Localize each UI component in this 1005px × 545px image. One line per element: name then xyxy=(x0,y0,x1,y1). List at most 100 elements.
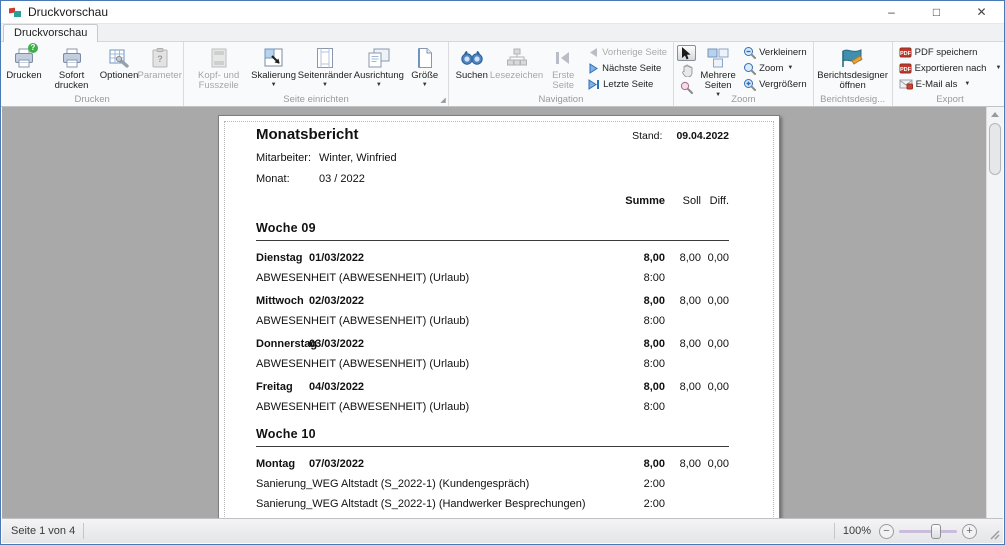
zoom-level-value: 100% xyxy=(843,525,871,537)
report-entry-row: ABWESENHEIT (ABWESENHEIT) (Urlaub)8:00 xyxy=(256,358,729,370)
day-summe: 8,00 xyxy=(613,295,665,307)
mehrere-seiten-button[interactable]: Mehrere Seiten ▼ xyxy=(696,44,740,98)
day-date: 02/03/2022 xyxy=(309,295,613,307)
day-name: Mittwoch xyxy=(256,295,309,307)
day-soll: 8,00 xyxy=(665,381,701,393)
select-tool-button[interactable] xyxy=(677,45,696,61)
seitenraender-button[interactable]: Seitenränder ▼ xyxy=(297,44,353,88)
day-soll: 8,00 xyxy=(665,338,701,350)
entry-label: ABWESENHEIT (ABWESENHEIT) (Urlaub) xyxy=(256,358,613,370)
scaling-icon xyxy=(263,46,285,70)
pan-tool-button[interactable] xyxy=(677,62,696,78)
report-designer-icon xyxy=(840,46,866,70)
suchen-button[interactable]: Suchen xyxy=(452,44,492,81)
report-content: Monatsbericht Stand: 09.04.2022 Mitarbei… xyxy=(219,116,779,520)
report-entry-row: Sanierung_WEG Altstadt (S_2022-1) (Kunde… xyxy=(256,478,729,490)
letzte-seite-button[interactable]: Letzte Seite xyxy=(585,77,670,92)
scroll-up-icon[interactable] xyxy=(987,107,1003,122)
ausrichtung-button[interactable]: Ausrichtung ▼ xyxy=(353,44,405,88)
verkleinern-button[interactable]: Verkleinern xyxy=(740,45,810,60)
page-size-icon xyxy=(415,46,435,70)
day-diff: 0,00 xyxy=(701,338,729,350)
margins-icon xyxy=(316,46,334,70)
day-name: Donnerstag xyxy=(256,338,309,350)
email-als-button[interactable]: E-Mail als ▼ xyxy=(896,77,1005,92)
berichtsdesigner-oeffnen-button[interactable]: Berichtsdesigner öffnen xyxy=(817,44,889,91)
report-day-row: Mittwoch02/03/20228,008,000,00 xyxy=(256,295,729,307)
maximize-button[interactable]: □ xyxy=(914,1,959,23)
report-entry-row: Sanierung_WEG Altstadt (S_2022-1) (Handw… xyxy=(256,498,729,510)
lesezeichen-button: Lesezeichen xyxy=(492,44,541,81)
entry-label: Sanierung_WEG Altstadt (S_2022-1) (Kunde… xyxy=(256,478,613,490)
minimize-button[interactable]: – xyxy=(869,1,914,23)
zoom-out-icon xyxy=(743,46,756,59)
dropdown-arrow-icon: ▼ xyxy=(787,65,793,71)
zoom-slider-thumb[interactable] xyxy=(931,524,941,539)
sofort-drucken-button[interactable]: Sofort drucken xyxy=(44,44,99,91)
close-button[interactable]: ✕ xyxy=(959,1,1004,23)
prev-page-icon xyxy=(588,47,599,58)
hand-icon xyxy=(681,64,693,77)
email-icon xyxy=(899,78,913,90)
zoom-tool-button[interactable] xyxy=(677,79,696,95)
zoom-slider[interactable] xyxy=(899,530,957,533)
day-name: Freitag xyxy=(256,381,309,393)
report-entry-row: ABWESENHEIT (ABWESENHEIT) (Urlaub)8:00 xyxy=(256,315,729,327)
naechste-seite-button[interactable]: Nächste Seite xyxy=(585,61,670,76)
groesse-button[interactable]: Größe ▼ xyxy=(405,44,445,88)
binoculars-icon xyxy=(460,46,484,70)
report-page: Monatsbericht Stand: 09.04.2022 Mitarbei… xyxy=(218,115,780,520)
report-header-row: Monatsbericht Stand: 09.04.2022 xyxy=(256,126,729,143)
drucken-button[interactable]: ? Drucken xyxy=(4,44,44,81)
vertical-scrollbar[interactable] xyxy=(986,107,1003,520)
printer-icon xyxy=(61,46,83,70)
preview-area[interactable]: Monatsbericht Stand: 09.04.2022 Mitarbei… xyxy=(2,107,1003,520)
resize-grip[interactable] xyxy=(987,527,1001,541)
pdf-speichern-button[interactable]: PDF PDF speichern xyxy=(896,45,1005,60)
dropdown-arrow-icon: ▼ xyxy=(995,65,1001,71)
day-summe: 8,00 xyxy=(613,252,665,264)
skalierung-button[interactable]: Skalierung ▼ xyxy=(250,44,297,88)
zoom-in-icon xyxy=(743,78,756,91)
next-page-icon xyxy=(588,63,599,74)
scrollbar-thumb[interactable] xyxy=(989,123,1001,175)
report-entry-row: ABWESENHEIT (ABWESENHEIT) (Urlaub)8:00 xyxy=(256,272,729,284)
ribbon-group-zoom: Mehrere Seiten ▼ Verkleinern Zoom ▼ Verg… xyxy=(674,42,814,106)
mitarbeiter-row: Mitarbeiter: Winter, Winfried xyxy=(256,152,729,164)
day-diff: 0,00 xyxy=(701,252,729,264)
tab-druckvorschau[interactable]: Druckvorschau xyxy=(3,24,98,42)
group-label-export: Export xyxy=(893,94,1005,105)
vorherige-seite-button: Vorherige Seite xyxy=(585,45,670,60)
app-icon xyxy=(9,6,22,19)
zoom-dropdown-button[interactable]: Zoom ▼ xyxy=(740,61,810,76)
column-summe: Summe xyxy=(613,195,665,207)
orientation-icon xyxy=(367,46,391,70)
statusbar-separator xyxy=(834,523,835,539)
day-soll: 8,00 xyxy=(665,252,701,264)
report-entry-row: ABWESENHEIT (ABWESENHEIT) (Urlaub)8:00 xyxy=(256,401,729,413)
zoom-icon xyxy=(743,62,756,75)
monat-label: Monat: xyxy=(256,173,319,185)
header-footer-icon xyxy=(209,46,229,70)
printer-question-icon: ? xyxy=(13,46,35,70)
table-wrench-icon xyxy=(108,46,130,70)
kopf-fusszeile-button: Kopf- und Fusszeile xyxy=(187,44,250,91)
day-summe: 8,00 xyxy=(613,381,665,393)
optionen-button[interactable]: Optionen xyxy=(99,44,139,81)
entry-time: 8:00 xyxy=(613,315,665,327)
export-icon: PDF xyxy=(899,62,912,75)
vergroessern-button[interactable]: Vergrößern xyxy=(740,77,810,92)
dropdown-arrow-icon: ▼ xyxy=(271,82,277,88)
entry-time: 8:00 xyxy=(613,272,665,284)
day-diff: 0,00 xyxy=(701,295,729,307)
day-soll: 8,00 xyxy=(665,295,701,307)
zoom-in-button[interactable]: + xyxy=(962,524,977,539)
exportieren-nach-button[interactable]: PDF Exportieren nach ▼ xyxy=(896,61,1005,76)
ribbon-group-drucken: ? Drucken Sofort drucken Optionen ? Para… xyxy=(1,42,184,106)
report-day-row: Freitag04/03/20228,008,000,00 xyxy=(256,381,729,393)
status-bar: Seite 1 von 4 100% − + xyxy=(2,518,1003,543)
day-soll: 8,00 xyxy=(665,458,701,470)
multiple-pages-icon xyxy=(706,46,730,70)
day-summe: 8,00 xyxy=(613,458,665,470)
zoom-out-button[interactable]: − xyxy=(879,524,894,539)
